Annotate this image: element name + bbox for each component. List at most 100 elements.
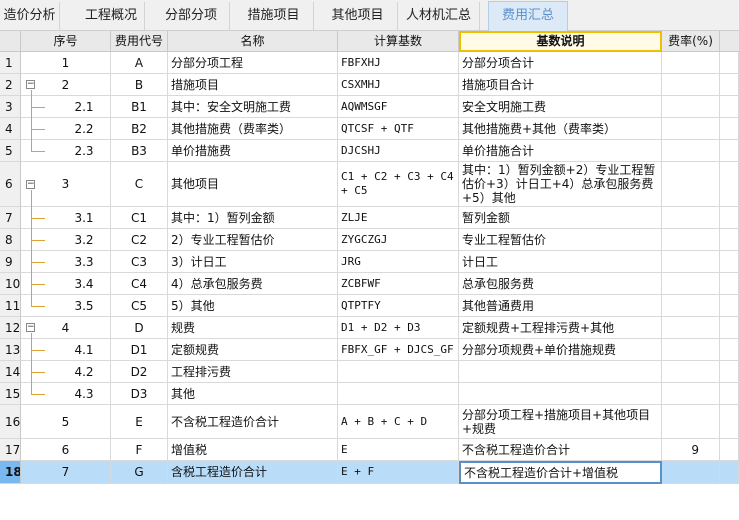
name-cell[interactable]: 3）计日工 [168,251,338,273]
tab-measures[interactable]: 措施项目 [234,2,314,30]
name-cell[interactable]: 规费 [168,317,338,339]
rate-cell[interactable] [662,317,720,339]
filler-cell[interactable] [720,405,739,439]
filler-cell[interactable] [720,317,739,339]
name-cell[interactable]: 措施项目 [168,74,338,96]
basis-cell[interactable]: 定额规费+工程排污费+其他 [459,317,662,339]
tab-other-items[interactable]: 其他项目 [318,2,398,30]
name-cell[interactable]: 其中：1）暂列金额 [168,207,338,229]
rate-cell[interactable]: 9 [662,439,720,461]
name-cell[interactable]: 5）其他 [168,295,338,317]
code-cell[interactable]: B3 [111,140,168,162]
code-cell[interactable]: E [111,405,168,439]
filler-cell[interactable] [720,339,739,361]
base-cell[interactable]: C1 + C2 + C3 + C4 + C5 [338,162,459,207]
rate-cell[interactable] [662,383,720,405]
code-cell[interactable]: A [111,52,168,74]
filler-cell[interactable] [720,118,739,140]
collapse-toggle-icon[interactable]: − [26,179,35,189]
base-cell[interactable]: D1 + D2 + D3 [338,317,459,339]
name-cell[interactable]: 单价措施费 [168,140,338,162]
code-cell[interactable]: C [111,162,168,207]
tab-sub-items[interactable]: 分部分项 [153,2,230,30]
filler-cell[interactable] [720,207,739,229]
base-cell[interactable]: JRG [338,251,459,273]
name-cell[interactable]: 含税工程造价合计 [168,461,338,484]
name-cell[interactable]: 增值税 [168,439,338,461]
rate-cell[interactable] [662,140,720,162]
rate-cell[interactable] [662,339,720,361]
filler-cell[interactable] [720,295,739,317]
filler-cell[interactable] [720,273,739,295]
base-cell[interactable]: FBFXHJ [338,52,459,74]
base-cell[interactable]: E + F [338,461,459,484]
filler-cell[interactable] [720,461,739,484]
header-base[interactable]: 计算基数 [338,31,459,52]
header-basis[interactable]: 基数说明 [459,31,662,52]
name-cell[interactable]: 其他 [168,383,338,405]
seq-cell[interactable]: 7 [21,461,111,484]
seq-cell[interactable]: 1 [21,52,111,74]
tab-fee-summary[interactable]: 费用汇总 [488,1,568,31]
code-cell[interactable]: C4 [111,273,168,295]
code-cell[interactable]: C1 [111,207,168,229]
filler-cell[interactable] [720,52,739,74]
basis-cell[interactable]: 专业工程暂估价 [459,229,662,251]
basis-cell[interactable]: 其中：1）暂列金额+2）专业工程暂估价+3）计日工+4）总承包服务费+5）其他 [459,162,662,207]
base-cell[interactable]: ZYGCZGJ [338,229,459,251]
code-cell[interactable]: C2 [111,229,168,251]
base-cell[interactable] [338,383,459,405]
base-cell[interactable]: ZCBFWF [338,273,459,295]
base-cell[interactable]: QTPTFY [338,295,459,317]
filler-cell[interactable] [720,251,739,273]
rate-cell[interactable] [662,162,720,207]
basis-cell[interactable]: 分部分项规费+单价措施规费 [459,339,662,361]
base-cell[interactable] [338,361,459,383]
basis-cell[interactable]: 其他普通费用 [459,295,662,317]
basis-cell[interactable]: 总承包服务费 [459,273,662,295]
basis-cell[interactable] [459,361,662,383]
filler-cell[interactable] [720,439,739,461]
header-name[interactable]: 名称 [168,31,338,52]
basis-cell[interactable]: 计日工 [459,251,662,273]
base-cell[interactable]: CSXMHJ [338,74,459,96]
filler-cell[interactable] [720,383,739,405]
rate-cell[interactable] [662,295,720,317]
filler-cell[interactable] [720,74,739,96]
base-cell[interactable]: DJCSHJ [338,140,459,162]
header-rate[interactable]: 费率(%) [662,31,720,52]
name-cell[interactable]: 不含税工程造价合计 [168,405,338,439]
code-cell[interactable]: B2 [111,118,168,140]
rate-cell[interactable] [662,361,720,383]
rate-cell[interactable] [662,96,720,118]
code-cell[interactable]: D2 [111,361,168,383]
name-cell[interactable]: 定额规费 [168,339,338,361]
basis-cell[interactable]: 安全文明施工费 [459,96,662,118]
rate-cell[interactable] [662,207,720,229]
rate-cell[interactable] [662,405,720,439]
tab-project-overview[interactable]: 工程概况 [78,2,145,30]
rate-cell[interactable] [662,74,720,96]
code-cell[interactable]: C5 [111,295,168,317]
basis-cell[interactable]: 不含税工程造价合计 [459,439,662,461]
base-cell[interactable]: A + B + C + D [338,405,459,439]
tab-labor-material-summary[interactable]: 人材机汇总 [398,2,480,30]
filler-cell[interactable] [720,162,739,207]
basis-cell[interactable]: 分部分项合计 [459,52,662,74]
basis-cell[interactable] [459,383,662,405]
rate-cell[interactable] [662,229,720,251]
code-cell[interactable]: F [111,439,168,461]
base-cell[interactable]: QTCSF + QTF [338,118,459,140]
filler-cell[interactable] [720,96,739,118]
code-cell[interactable]: D1 [111,339,168,361]
name-cell[interactable]: 其他项目 [168,162,338,207]
name-cell[interactable]: 2）专业工程暂估价 [168,229,338,251]
code-cell[interactable]: B1 [111,96,168,118]
collapse-toggle-icon[interactable]: − [26,80,35,89]
code-cell[interactable]: D3 [111,383,168,405]
base-cell[interactable]: ZLJE [338,207,459,229]
base-cell[interactable]: FBFX_GF + DJCS_GF [338,339,459,361]
name-cell[interactable]: 工程排污费 [168,361,338,383]
collapse-toggle-icon[interactable]: − [26,323,35,332]
basis-cell[interactable]: 措施项目合计 [459,74,662,96]
